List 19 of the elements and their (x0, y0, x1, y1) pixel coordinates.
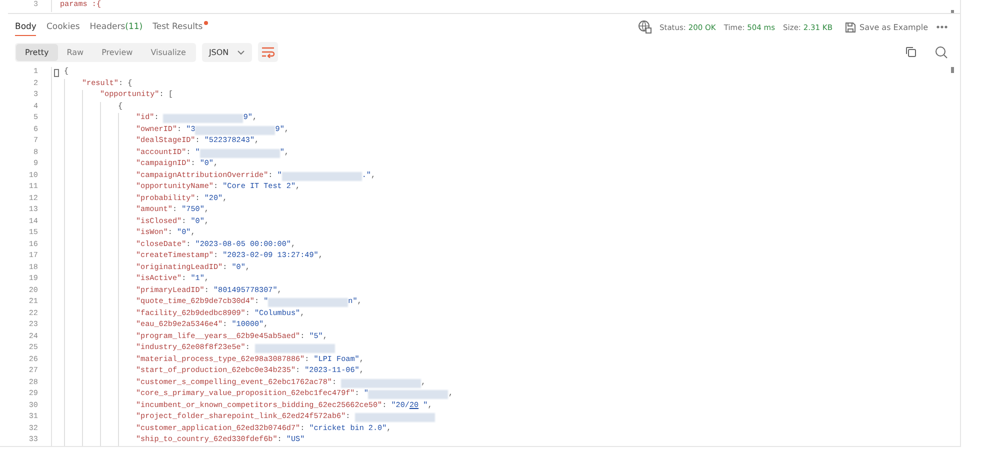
format-dropdown[interactable]: JSON (202, 42, 252, 62)
view-mode-tab[interactable]: Pretty (16, 44, 58, 60)
more-icon[interactable] (936, 25, 948, 29)
wrap-lines-button[interactable] (258, 42, 278, 62)
response-tab[interactable]: Headers(11) (90, 18, 143, 36)
wrap-lines-icon (260, 46, 275, 58)
response-tab[interactable]: Test Results (152, 18, 203, 36)
globe-icon[interactable] (638, 20, 652, 34)
copy-icon[interactable] (905, 46, 917, 58)
fold-icon[interactable] (54, 68, 59, 77)
view-mode-tab[interactable]: Visualize (142, 44, 195, 60)
search-icon[interactable] (935, 46, 948, 58)
response-tab[interactable]: Cookies (46, 18, 80, 36)
caret-icon (236, 50, 245, 54)
scrollbar[interactable] (951, 67, 954, 73)
view-mode-tab[interactable]: Preview (92, 44, 142, 60)
save-as-example-button[interactable]: Save as Example (844, 22, 928, 32)
view-mode-tab[interactable]: Raw (58, 44, 93, 60)
response-tab[interactable]: Body (15, 18, 36, 36)
